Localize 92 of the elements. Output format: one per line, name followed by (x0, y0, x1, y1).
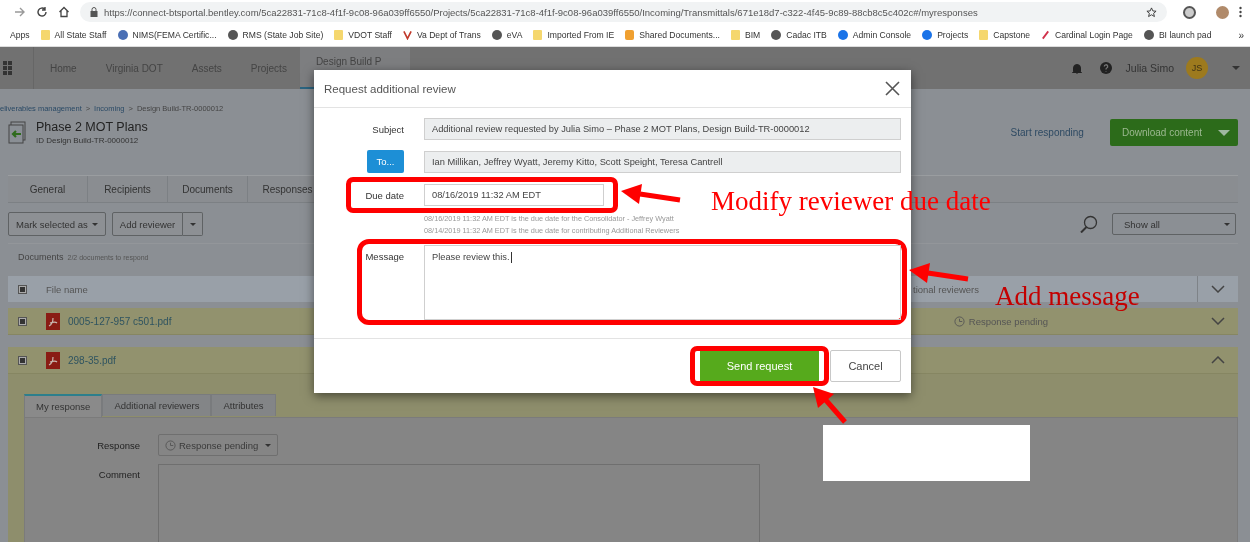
documents-label: Documents (18, 252, 64, 262)
field-label: Comment (97, 469, 140, 480)
home-icon[interactable] (58, 6, 70, 18)
column-header[interactable]: tional reviewers (913, 283, 979, 295)
star-icon[interactable] (1146, 6, 1157, 18)
row-checkbox[interactable] (18, 355, 27, 365)
field-label: Subject (371, 123, 404, 135)
user-name[interactable]: Julia Simo (1125, 62, 1174, 74)
send-request-button[interactable]: Send request (700, 351, 819, 381)
field-label: Due date (364, 189, 404, 201)
message-field[interactable]: Please review this. (424, 245, 901, 320)
select-all-checkbox[interactable] (18, 284, 27, 294)
due-date-field[interactable]: 08/16/2019 11:32 AM EDT (424, 184, 604, 206)
app-grid-icon[interactable] (3, 61, 13, 75)
app-icon (837, 30, 848, 40)
bookmark-link[interactable]: Admin Console (852, 30, 912, 40)
mark-selected-button[interactable]: Mark selected as (8, 212, 106, 236)
bookmark-link[interactable]: BIM (744, 30, 761, 40)
subject-field: Additional review requested by Julia Simo – Phase 2 MOT Plans, Design Build-TR-0000012 (424, 118, 901, 140)
bookmark-link[interactable]: Cardinal Login Page (1055, 30, 1133, 40)
seal-icon (117, 30, 128, 40)
folder-icon (40, 30, 50, 40)
pdf-file-icon (46, 351, 60, 369)
bookmark-link[interactable]: Capstone (993, 30, 1030, 40)
profile-avatar[interactable] (1216, 5, 1229, 19)
filter-select[interactable]: Show all (1112, 213, 1236, 235)
clock-icon (953, 315, 965, 327)
incoming-document-icon (8, 120, 28, 145)
v-logo-icon (402, 30, 412, 40)
pdf-file-icon (46, 312, 60, 330)
bookmark-link[interactable]: Apps (10, 30, 30, 40)
dropdown-button[interactable] (183, 212, 204, 236)
cancel-button[interactable]: Cancel (830, 350, 901, 382)
address-bar[interactable]: https://connect-btsportal.bentley.com/5ca22831-71c8-4f1f-9c08-96a039ff6550/Projects/5ca22831-71c8-4f1f-9c08-96a039ff6550/Incoming/Transmittals/671e18d7-c322-4f45-9c89-88cb8c5c402c#/myresponses (80, 2, 1167, 22)
bookmark-link[interactable]: eVA (506, 30, 523, 40)
folder-icon (533, 30, 543, 40)
tab[interactable]: Documents (168, 176, 248, 202)
bookmark-link[interactable]: VDOT Staff (348, 30, 392, 40)
app-icon (922, 30, 933, 40)
app-icon (625, 30, 635, 40)
globe-icon (227, 30, 238, 40)
start-responding-link[interactable]: Start responding (1010, 127, 1084, 138)
lock-icon (90, 7, 98, 17)
row-checkbox[interactable] (18, 316, 27, 326)
folder-icon (979, 30, 989, 40)
forward-icon[interactable] (14, 6, 26, 18)
folder-icon (730, 30, 740, 40)
add-reviewer-button[interactable]: Add reviewer (111, 212, 184, 236)
globe-icon (771, 30, 782, 40)
response-dropdown[interactable]: Response pending (158, 434, 279, 456)
tab[interactable]: Additional reviewers (102, 394, 212, 416)
file-name-link[interactable]: 298-35.pdf (68, 354, 116, 366)
folder-icon (334, 30, 344, 40)
clock-icon (165, 439, 176, 451)
bookmark-link[interactable]: BI launch pad (1158, 30, 1212, 40)
caret-icon[interactable] (1232, 66, 1240, 70)
menu-icon[interactable] (1239, 6, 1242, 18)
close-icon[interactable] (885, 81, 900, 96)
bookmark-link[interactable]: RMS (State Job Site) (242, 30, 324, 40)
help-icon[interactable] (1099, 62, 1112, 74)
tab[interactable]: Recipients (88, 176, 168, 202)
field-label: Response (96, 439, 140, 451)
transmittal-id: ID Design Build-TR-0000012 (36, 136, 140, 145)
globe-icon (1143, 30, 1154, 40)
bookmark-link[interactable]: Cadac ITB (786, 30, 827, 40)
reload-icon[interactable] (36, 6, 48, 18)
arrow (620, 183, 682, 207)
bookmark-link[interactable]: NIMS(FEMA Certific... (132, 30, 217, 40)
pen-icon (1041, 30, 1050, 40)
transmittal-title: Phase 2 MOT Plans (36, 120, 148, 134)
tab[interactable]: My response (24, 394, 103, 417)
tab[interactable]: General (8, 176, 88, 202)
annotation-text: Add message (995, 283, 1140, 310)
extension-icon[interactable] (1183, 5, 1196, 19)
bookmark-link[interactable]: Va Dept of Trans (416, 30, 481, 40)
more-bookmarks-button[interactable]: » (1238, 29, 1244, 41)
bookmark-link[interactable]: Imported From IE (547, 30, 615, 40)
user-avatar[interactable]: JS (1186, 57, 1208, 79)
bookmark-link[interactable]: Projects (937, 30, 969, 40)
globe-icon (491, 30, 502, 40)
search-icon[interactable] (1080, 215, 1098, 233)
bookmark-link[interactable]: Shared Documents... (639, 30, 720, 40)
column-header[interactable]: File name (46, 283, 88, 295)
field-label: Message (364, 250, 404, 262)
to-button[interactable]: To... (367, 150, 404, 173)
file-name-link[interactable]: 0005-127-957 c501.pdf (68, 315, 172, 327)
tab[interactable]: Attributes (211, 394, 276, 416)
arrow (908, 262, 970, 286)
bell-icon[interactable] (1071, 62, 1082, 74)
recipients-field: Ian Millikan, Jeffrey Wyatt, Jeremy Kitto, Scott Speight, Teresa Cantrell (424, 150, 901, 173)
download-content-button[interactable]: Download content (1109, 119, 1238, 146)
bookmark-link[interactable]: All State Staff (54, 30, 107, 40)
